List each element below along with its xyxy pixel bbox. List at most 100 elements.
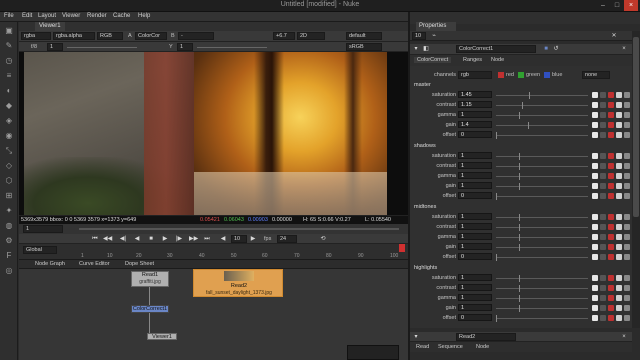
tab-node[interactable]: Node [476, 344, 489, 350]
param-slider[interactable] [496, 173, 588, 180]
color-picker-icon[interactable] [600, 163, 606, 169]
furnace-icon[interactable]: F [4, 251, 14, 261]
play-backward-icon[interactable]: ◀ [133, 235, 141, 243]
animation-menu-icon[interactable] [624, 305, 630, 311]
slider-handle[interactable] [519, 244, 520, 251]
collapse-icon[interactable]: ▾ [412, 45, 420, 53]
slider-handle[interactable] [496, 132, 497, 139]
animation-menu-icon[interactable] [624, 224, 630, 230]
blue-checkbox[interactable] [544, 72, 550, 78]
param-slider[interactable] [496, 244, 588, 251]
animation-menu-icon[interactable] [624, 193, 630, 199]
menu-render[interactable]: Render [87, 13, 107, 19]
float-icon[interactable]: ◧ [422, 45, 430, 53]
properties-scrollbar[interactable] [632, 31, 640, 328]
param-slider[interactable] [496, 112, 588, 119]
param-value-field[interactable]: 1 [458, 294, 492, 301]
channel-selector-icon[interactable] [608, 285, 614, 291]
color-picker-icon[interactable] [600, 285, 606, 291]
param-value-field[interactable]: 1 [458, 182, 492, 189]
3d-icon[interactable]: ◇ [4, 161, 14, 171]
slider-handle[interactable] [519, 285, 520, 292]
animation-menu-icon[interactable] [624, 234, 630, 240]
color-swatch-icon[interactable] [592, 102, 598, 108]
next-keyframe-icon[interactable]: ▶▶ [189, 235, 198, 243]
viewer-canvas[interactable] [19, 52, 408, 215]
view-mode-select[interactable]: 2D [297, 32, 325, 40]
slider-handle[interactable] [519, 183, 520, 190]
count-selector-icon[interactable] [616, 285, 622, 291]
channel-selector-icon[interactable] [608, 193, 614, 199]
section-1[interactable]: shadows [414, 143, 436, 149]
count-selector-icon[interactable] [616, 183, 622, 189]
current-frame-field[interactable]: 1 [23, 225, 63, 233]
count-selector-icon[interactable] [616, 224, 622, 230]
menu-cache[interactable]: Cache [113, 13, 130, 19]
count-selector-icon[interactable] [616, 295, 622, 301]
image-icon[interactable]: ▣ [4, 26, 14, 36]
color-icon[interactable]: ◐ [4, 86, 14, 96]
channels-select[interactable]: rgba [21, 32, 51, 40]
color-swatch-icon[interactable] [592, 315, 598, 321]
color-picker-icon[interactable] [600, 295, 606, 301]
animation-menu-icon[interactable] [624, 132, 630, 138]
prev-frame-icon[interactable]: ◀| [119, 235, 127, 243]
param-slider[interactable] [496, 275, 588, 282]
count-selector-icon[interactable] [616, 173, 622, 179]
color-swatch-icon[interactable] [592, 275, 598, 281]
color-picker-icon[interactable] [600, 122, 606, 128]
input-a-select[interactable]: ColorCor [135, 32, 167, 40]
node-graph[interactable]: Read1 graffiti.jpg ColorCorrect1 Viewer1… [19, 269, 408, 360]
scrollbar-thumb[interactable] [633, 37, 639, 217]
slider-handle[interactable] [519, 173, 520, 180]
param-slider[interactable] [496, 285, 588, 292]
param-value-field[interactable]: 1 [458, 243, 492, 250]
node-name-field[interactable]: Read2 [456, 333, 516, 341]
range-mode-select[interactable]: Global [23, 246, 57, 254]
param-slider[interactable] [496, 132, 588, 139]
count-selector-icon[interactable] [616, 102, 622, 108]
param-value-field[interactable]: 1.4 [458, 121, 492, 128]
section-2[interactable]: midtones [414, 204, 436, 210]
color-picker-icon[interactable] [600, 234, 606, 240]
slider-handle[interactable] [519, 295, 520, 302]
param-value-field[interactable]: 1.45 [458, 91, 492, 98]
gamma-field[interactable]: 1 [177, 43, 193, 51]
param-slider[interactable] [496, 234, 588, 241]
channel-selector-icon[interactable] [608, 163, 614, 169]
count-selector-icon[interactable] [616, 214, 622, 220]
channel-selector-icon[interactable] [608, 132, 614, 138]
gain-field[interactable]: 1 [47, 43, 63, 51]
animation-menu-icon[interactable] [624, 102, 630, 108]
animation-menu-icon[interactable] [624, 173, 630, 179]
channel-selector-icon[interactable] [608, 244, 614, 250]
animation-menu-icon[interactable] [624, 285, 630, 291]
channel-selector-icon[interactable] [608, 173, 614, 179]
animation-menu-icon[interactable] [624, 112, 630, 118]
param-value-field[interactable]: 0 [458, 131, 492, 138]
count-selector-icon[interactable] [616, 92, 622, 98]
slider-handle[interactable] [496, 254, 497, 261]
channel-selector-icon[interactable] [608, 153, 614, 159]
section-0[interactable]: master [414, 82, 431, 88]
color-swatch-icon[interactable] [592, 244, 598, 250]
param-slider[interactable] [496, 224, 588, 231]
slider-handle[interactable] [519, 112, 520, 119]
gamma-slider[interactable] [197, 47, 267, 48]
color-picker-icon[interactable] [600, 173, 606, 179]
param-slider[interactable] [496, 295, 588, 302]
step-forward-icon[interactable]: ▶ [249, 235, 257, 243]
param-value-field[interactable]: 1 [458, 162, 492, 169]
node-read2[interactable]: Read2 fall_sunset_daylight_1373.jpg [193, 269, 283, 297]
color-swatch-icon[interactable] [592, 285, 598, 291]
animation-menu-icon[interactable] [624, 153, 630, 159]
gain-slider[interactable] [67, 47, 137, 48]
count-selector-icon[interactable] [616, 234, 622, 240]
maximize-icon[interactable]: □ [610, 0, 624, 11]
end-marker[interactable] [399, 244, 405, 252]
menu-file[interactable]: File [4, 13, 14, 19]
param-value-field[interactable]: 1 [458, 172, 492, 179]
color-swatch-icon[interactable] [592, 112, 598, 118]
color-picker-icon[interactable] [600, 214, 606, 220]
slider-handle[interactable] [529, 92, 531, 99]
